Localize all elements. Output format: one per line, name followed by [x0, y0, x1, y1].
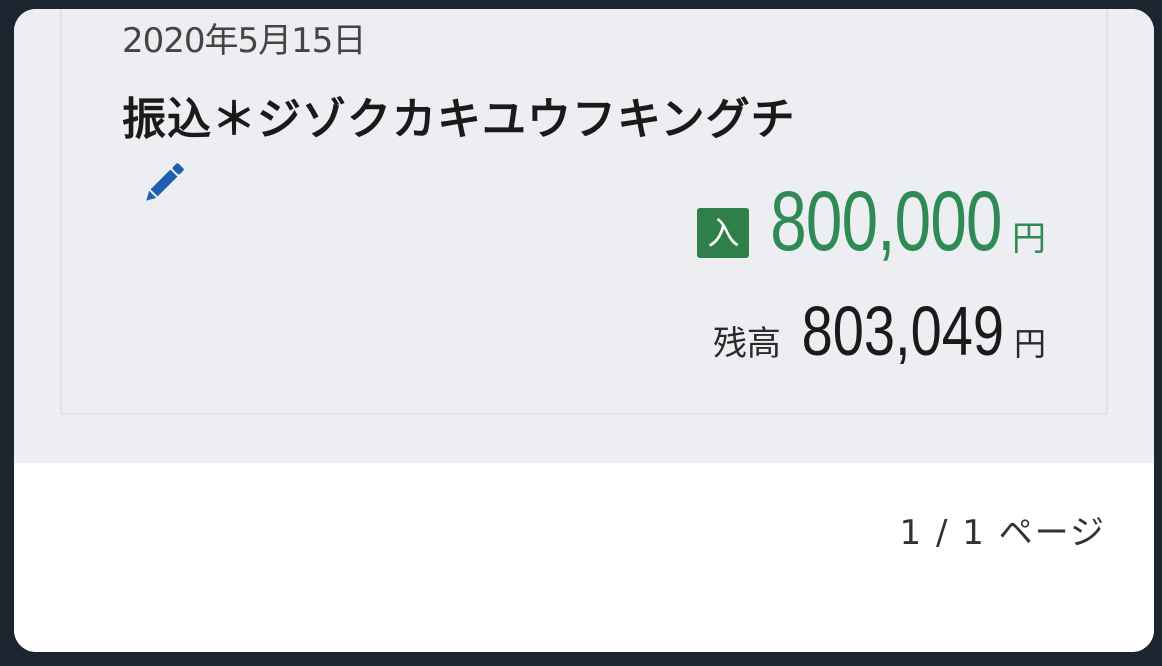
transaction-amount: 800,000	[770, 174, 1003, 268]
transaction-list: 2020年5月15日 振込＊ジゾクカキユウフキングチ 入 800,000 円 残…	[14, 9, 1154, 463]
amount-unit: 円	[1012, 219, 1046, 259]
deposit-badge: 入	[697, 208, 750, 258]
pagination-footer: 1 / 1 ページ	[14, 463, 1154, 652]
screenshot-frame: 2020年5月15日 振込＊ジゾクカキユウフキングチ 入 800,000 円 残…	[14, 9, 1154, 652]
pencil-icon-graphic	[146, 163, 184, 201]
amount-row: 入 800,000 円	[697, 173, 1046, 270]
transaction-date: 2020年5月15日	[122, 21, 366, 61]
balance-unit: 円	[1013, 325, 1046, 363]
transaction-description: 振込＊ジゾクカキユウフキングチ	[122, 94, 796, 145]
balance-label: 残高	[712, 324, 781, 364]
pencil-icon[interactable]	[138, 157, 190, 209]
balance-row: 残高 803,049 円	[713, 291, 1046, 371]
balance-amount: 803,049	[801, 292, 1004, 370]
page-indicator: 1 / 1 ページ	[899, 513, 1106, 553]
